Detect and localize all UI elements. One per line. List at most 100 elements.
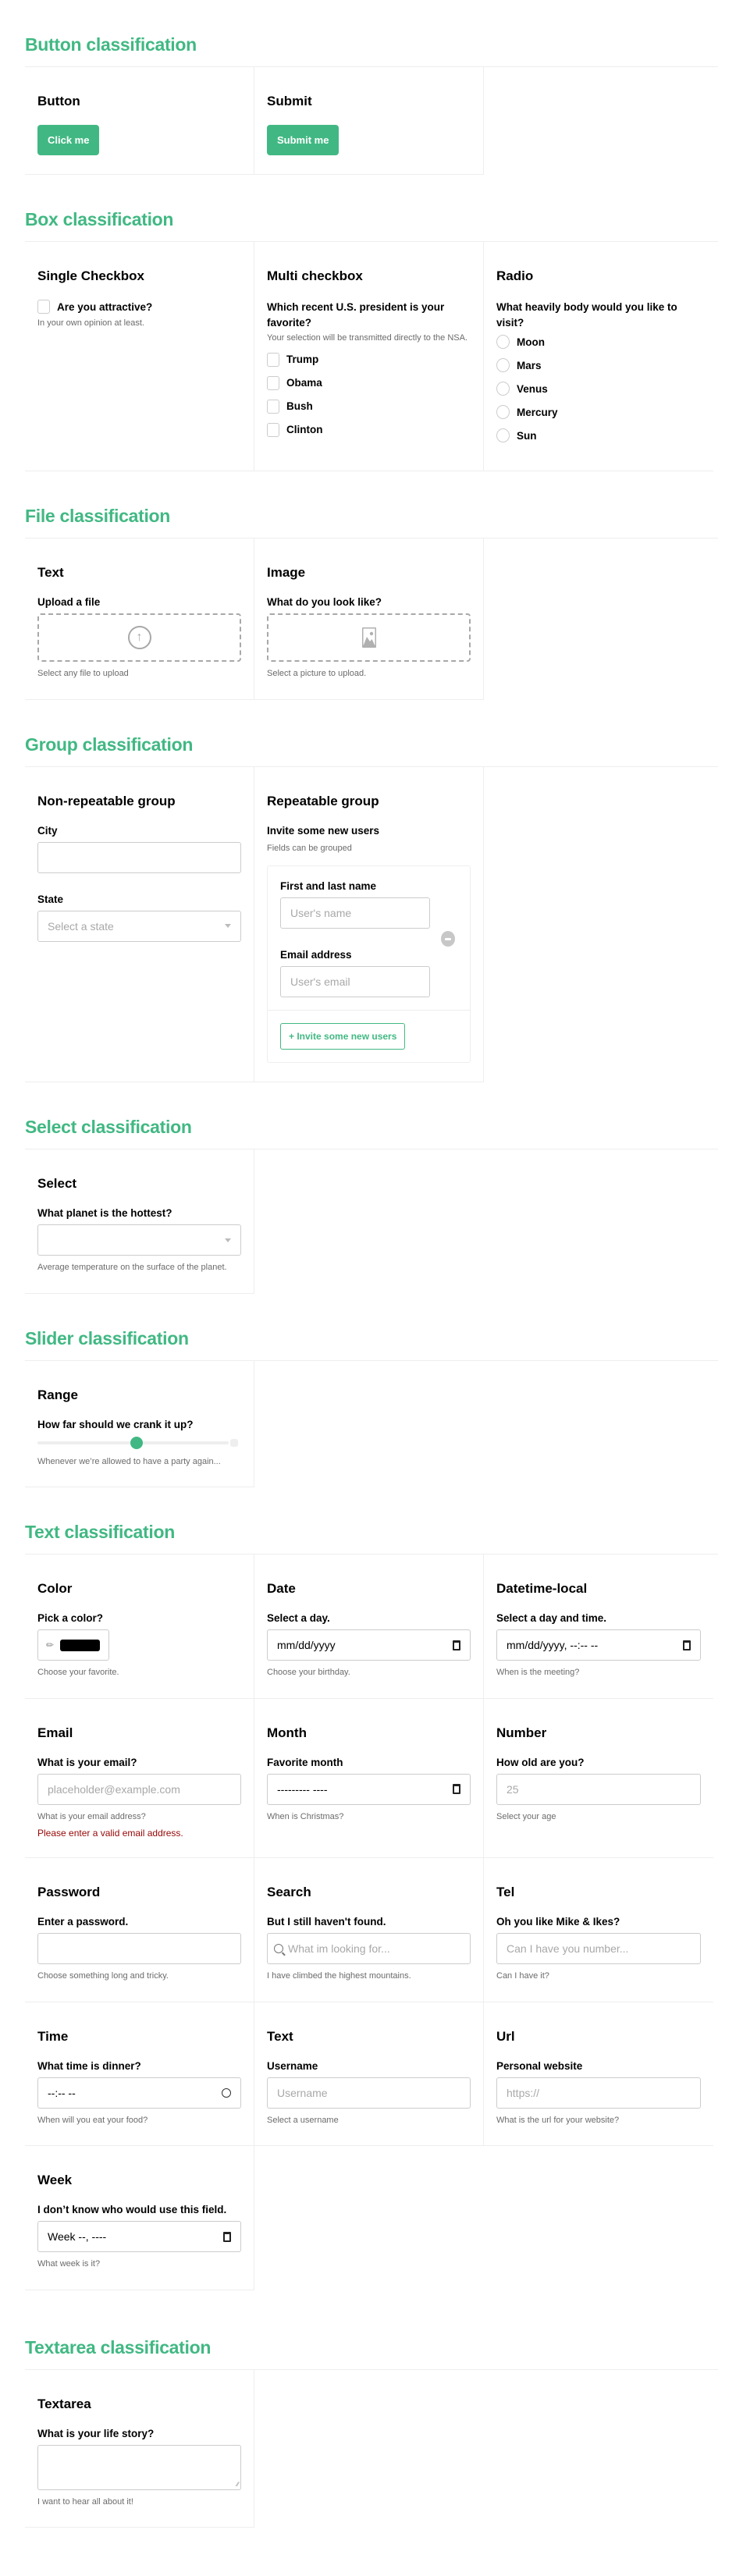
range-cell: Range How far should we crank it up? Whe… bbox=[25, 1360, 254, 1488]
color-swatch[interactable] bbox=[60, 1639, 101, 1651]
color-cell: Color Pick a color? ✏ Choose your favori… bbox=[25, 1554, 254, 1699]
radio[interactable] bbox=[496, 335, 510, 350]
help-text: Select your age bbox=[496, 1811, 556, 1821]
field-label: Invite some new users bbox=[267, 824, 380, 837]
attractive-checkbox-row[interactable]: Are you attractive? bbox=[37, 300, 241, 314]
cell-title: Textarea bbox=[37, 2396, 91, 2411]
color-picker-input[interactable]: ✏ bbox=[37, 1629, 109, 1661]
select-cell: Select What planet is the hottest? Avera… bbox=[25, 1149, 254, 1294]
cell-title: Tel bbox=[496, 1885, 515, 1900]
number-input[interactable]: 25 bbox=[496, 1773, 701, 1805]
radio[interactable] bbox=[496, 382, 510, 396]
checkbox-option-clinton[interactable]: Clinton bbox=[267, 422, 471, 437]
email-cell: Email What is your email? placeholder@ex… bbox=[25, 1698, 254, 1859]
radio-option-mercury[interactable]: Mercury bbox=[496, 405, 701, 420]
user-email-input[interactable]: User's email bbox=[280, 966, 430, 998]
cell-title: Color bbox=[37, 1581, 73, 1597]
help-text: Average temperature on the surface of th… bbox=[37, 1263, 227, 1273]
radio-option-venus[interactable]: Venus bbox=[496, 382, 701, 396]
field-label: How old are you? bbox=[496, 1756, 585, 1768]
checkbox-option-trump[interactable]: Trump bbox=[267, 352, 471, 367]
password-cell: Password Enter a password. Choose someth… bbox=[25, 1858, 254, 2002]
password-input[interactable] bbox=[37, 1933, 241, 1965]
week-input[interactable]: Week --, ---- bbox=[37, 2221, 241, 2253]
invite-users-button[interactable]: + Invite some new users bbox=[280, 1023, 406, 1050]
field-label: Username bbox=[267, 2059, 318, 2072]
box-section: Box classification Single Checkbox Are y… bbox=[25, 209, 718, 472]
cell-title: Date bbox=[267, 1581, 296, 1597]
state-select[interactable]: Select a state bbox=[37, 910, 241, 942]
radio[interactable] bbox=[496, 405, 510, 420]
checkbox[interactable] bbox=[267, 422, 279, 437]
chevron-down-icon bbox=[225, 1238, 231, 1242]
checkbox-option-obama[interactable]: Obama bbox=[267, 375, 471, 390]
checkbox[interactable] bbox=[267, 352, 279, 367]
datetime-cell: Datetime-local Select a day and time. mm… bbox=[484, 1554, 713, 1699]
checkbox-option-bush[interactable]: Bush bbox=[267, 399, 471, 414]
radio[interactable] bbox=[496, 358, 510, 373]
help-text: What is your email address? bbox=[37, 1811, 146, 1821]
upload-arrow-icon: ↑ bbox=[127, 626, 151, 650]
cell-title: Datetime-local bbox=[496, 1581, 588, 1597]
help-text: I want to hear all about it! bbox=[37, 2496, 133, 2507]
time-cell: Time What time is dinner? --:-- -- When … bbox=[25, 2002, 254, 2147]
month-input[interactable]: --------- ---- bbox=[267, 1773, 471, 1805]
calendar-icon[interactable] bbox=[453, 1640, 460, 1650]
field-label: Personal website bbox=[496, 2059, 583, 2072]
help-text: Whenever we’re allowed to have a party a… bbox=[37, 1456, 221, 1466]
cell-title: Button bbox=[37, 94, 80, 108]
remove-item-icon[interactable] bbox=[441, 931, 455, 947]
help-text: Select a username bbox=[267, 2115, 339, 2125]
name-label: First and last name bbox=[280, 880, 377, 893]
option-label: Obama bbox=[286, 377, 322, 389]
field-label: What is your life story? bbox=[37, 2427, 155, 2439]
planet-select[interactable] bbox=[37, 1224, 241, 1256]
cell-title: Email bbox=[37, 1725, 73, 1740]
submit-cell: Submit Submit me bbox=[254, 67, 484, 175]
cell-title: Text bbox=[37, 565, 64, 581]
cell-title: Multi checkbox bbox=[267, 268, 363, 283]
tel-input[interactable]: Can I have you number... bbox=[496, 1933, 701, 1965]
calendar-icon[interactable] bbox=[453, 1784, 460, 1795]
username-input[interactable]: Username bbox=[267, 2077, 471, 2109]
field-label: Favorite month bbox=[267, 1756, 343, 1768]
help-text: When is Christmas? bbox=[267, 1811, 344, 1821]
state-label: State bbox=[37, 893, 64, 905]
submit-me-button[interactable]: Submit me bbox=[267, 125, 340, 155]
range-slider[interactable] bbox=[37, 1436, 241, 1450]
calendar-icon[interactable] bbox=[683, 1640, 691, 1650]
time-input[interactable]: --:-- -- bbox=[37, 2077, 241, 2109]
calendar-icon[interactable] bbox=[223, 2231, 231, 2242]
help-text: What is the url for your website? bbox=[496, 2115, 620, 2125]
email-input[interactable]: placeholder@example.com bbox=[37, 1773, 241, 1805]
datetime-input[interactable]: mm/dd/yyyy, --:-- -- bbox=[496, 1629, 701, 1661]
radio-option-moon[interactable]: Moon bbox=[496, 335, 701, 350]
select-section: Select classification Select What planet… bbox=[25, 1117, 718, 1294]
date-value: mm/dd/yyyy bbox=[277, 1639, 336, 1652]
file-upload-dropzone[interactable]: ↑ bbox=[37, 613, 241, 663]
life-story-textarea[interactable]: ∕∕ bbox=[37, 2444, 241, 2490]
radio-option-sun[interactable]: Sun bbox=[496, 428, 701, 443]
cell-title: Repeatable group bbox=[267, 793, 379, 808]
date-input[interactable]: mm/dd/yyyy bbox=[267, 1629, 471, 1661]
checkbox[interactable] bbox=[267, 375, 279, 390]
slider-thumb[interactable] bbox=[130, 1436, 144, 1449]
city-input[interactable] bbox=[37, 841, 241, 873]
tel-cell: Tel Oh you like Mike & Ikes? Can I have … bbox=[484, 1858, 713, 2002]
field-label: What planet is the hottest? bbox=[37, 1207, 172, 1220]
click-me-button[interactable]: Click me bbox=[37, 125, 100, 155]
help-text: I have climbed the highest mountains. bbox=[267, 1971, 411, 1981]
url-input[interactable]: https:// bbox=[496, 2077, 701, 2109]
user-name-input[interactable]: User's name bbox=[280, 897, 430, 929]
attractive-checkbox[interactable] bbox=[37, 300, 50, 314]
search-input[interactable]: What im looking for... bbox=[267, 1933, 471, 1965]
checkbox[interactable] bbox=[267, 399, 279, 414]
resize-handle-icon[interactable]: ∕∕ bbox=[236, 2481, 239, 2488]
clock-icon[interactable] bbox=[222, 2087, 231, 2098]
radio-option-mars[interactable]: Mars bbox=[496, 358, 701, 373]
image-upload-dropzone[interactable] bbox=[267, 613, 471, 663]
radio[interactable] bbox=[496, 428, 510, 443]
repeatable-group-footer: + Invite some new users bbox=[268, 1010, 470, 1062]
field-label: Which recent U.S. president is your favo… bbox=[267, 301, 445, 329]
option-label: Mercury bbox=[517, 406, 558, 418]
